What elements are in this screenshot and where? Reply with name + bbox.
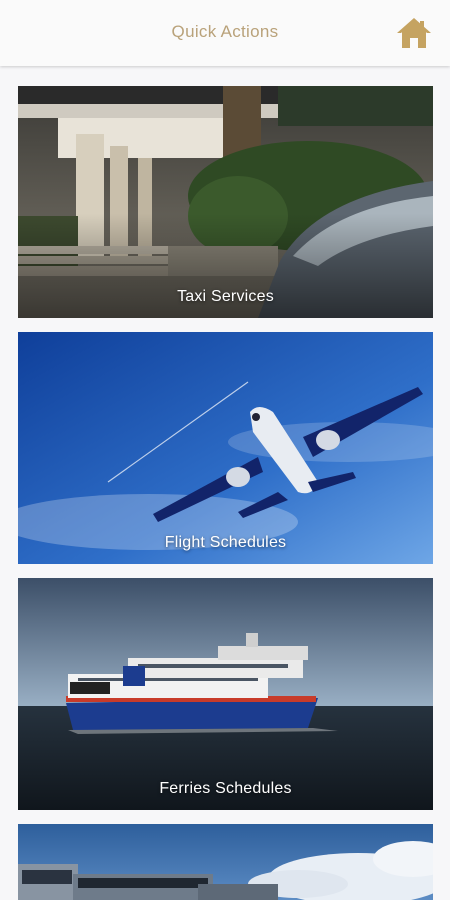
flight-schedules-label: Flight Schedules (164, 534, 287, 551)
taxi-services-card[interactable]: Taxi Services (18, 86, 433, 318)
flight-schedules-image (18, 332, 433, 564)
page-title: Quick Actions (171, 22, 279, 41)
taxi-services-image (18, 86, 433, 318)
bus-image (18, 824, 433, 900)
flight-schedules-card[interactable]: Flight Schedules (18, 332, 433, 564)
home-button[interactable] (393, 14, 435, 52)
ferries-schedules-card[interactable]: Ferries Schedules (18, 578, 433, 810)
app-bar: Quick Actions (0, 0, 450, 66)
ferries-schedules-image (18, 578, 433, 810)
taxi-services-label: Taxi Services (177, 288, 274, 305)
ferries-schedules-label: Ferries Schedules (159, 780, 292, 797)
home-icon (397, 18, 431, 48)
bus-card[interactable] (18, 824, 433, 900)
